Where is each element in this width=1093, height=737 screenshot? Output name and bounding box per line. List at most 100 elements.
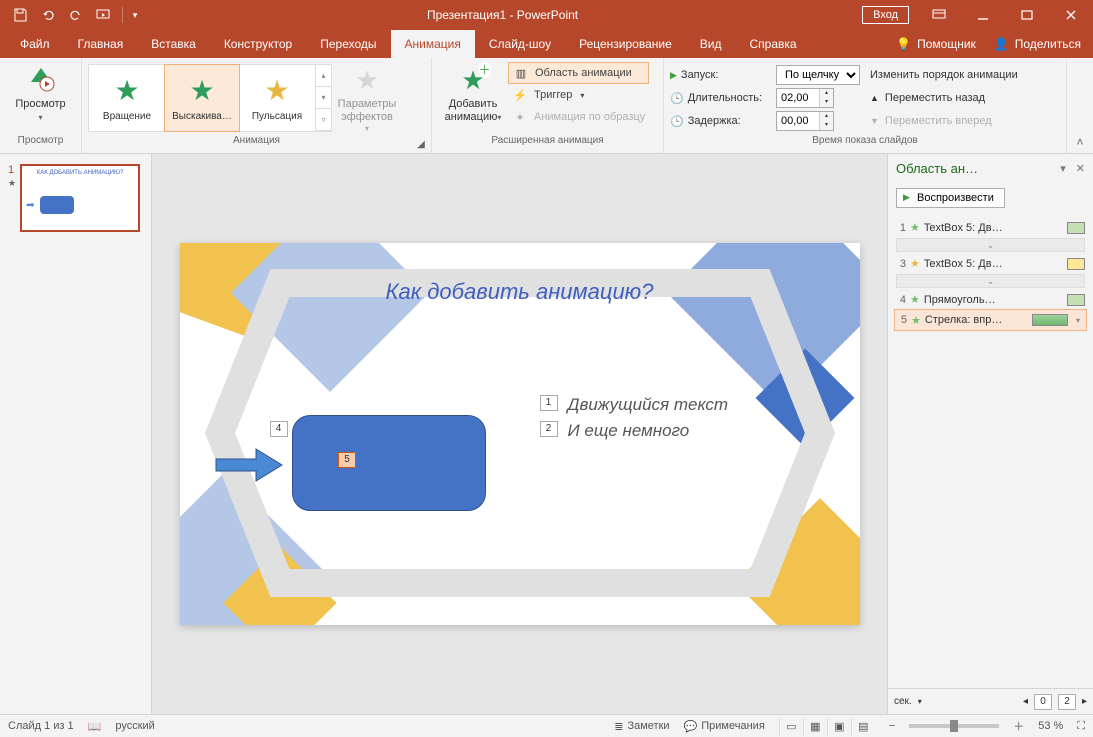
play-all-button[interactable]: Воспроизвести (896, 188, 1005, 208)
slide-title[interactable]: Как добавить анимацию? (180, 279, 860, 305)
animation-list-item[interactable]: 4★ Прямоуголь… (894, 288, 1087, 310)
tab-slideshow[interactable]: Слайд-шоу (475, 30, 565, 58)
move-forward-button: ▼Переместить вперед (870, 110, 1018, 132)
zoom-out-icon[interactable]: − (889, 720, 895, 732)
group-preview-label: Просмотр (0, 135, 81, 153)
ribbon-display-icon[interactable] (917, 0, 961, 30)
maximize-icon[interactable] (1005, 0, 1049, 30)
comment-icon: 💬 (684, 720, 698, 733)
dropdown-icon[interactable]: ▾ (1072, 316, 1084, 325)
gallery-item-bounce[interactable]: ★ Выскакива… (164, 64, 240, 132)
slide-thumbnail[interactable]: КАК ДОБАВИТЬ АНИМАЦИЮ? ➡ (20, 164, 140, 232)
star-plus-icon: ★＋ (457, 64, 489, 96)
lightbulb-icon: 💡 (896, 37, 911, 51)
gallery-item-pulse[interactable]: ★ Пульсация (239, 65, 315, 131)
tab-view[interactable]: Вид (686, 30, 736, 58)
redo-icon[interactable] (62, 0, 90, 30)
fit-window-icon[interactable]: ⛶ (1077, 720, 1085, 733)
startfrom-icon[interactable] (90, 0, 118, 30)
arrow-shape[interactable] (214, 447, 284, 483)
add-animation-button[interactable]: ★＋ Добавить анимацию▾ (438, 60, 508, 124)
spellcheck-icon[interactable]: 📖 (88, 720, 102, 733)
down-icon: ▼ (870, 116, 879, 126)
timeline-prev-icon[interactable]: ◂ (1023, 696, 1028, 707)
start-select[interactable]: По щелчку (776, 65, 860, 85)
animation-list-item[interactable]: 3★ TextBox 5: Дв… (894, 252, 1087, 274)
dialog-launcher-icon[interactable]: ◢ (415, 139, 427, 151)
star-icon: ★ (910, 257, 920, 270)
animation-indicator-icon: ★ (8, 178, 16, 189)
tab-transitions[interactable]: Переходы (306, 30, 390, 58)
slide-text-1[interactable]: Движущийся текст (568, 395, 728, 415)
animation-tag-5[interactable]: 5 (338, 452, 356, 468)
zoom-in-icon[interactable]: ＋ (1013, 718, 1024, 734)
tab-file[interactable]: Файл (6, 30, 64, 58)
animation-pane-button[interactable]: ▥Область анимации (508, 62, 649, 84)
star-icon: ★ (911, 314, 921, 327)
duration-spin[interactable]: ▴▾ (776, 88, 834, 108)
qat-customize-icon[interactable]: ▾ (127, 0, 143, 30)
star-icon: ★ (351, 64, 383, 96)
minimize-icon[interactable] (961, 0, 1005, 30)
language-label[interactable]: русский (115, 720, 154, 732)
share-button[interactable]: 👤Поделиться (994, 37, 1081, 51)
login-button[interactable]: Вход (862, 6, 909, 24)
ribbon: Просмотр▾ Просмотр ★ Вращение ★ Выскакив… (0, 58, 1093, 154)
animation-tag-4[interactable]: 4 (270, 421, 288, 437)
close-icon[interactable] (1049, 0, 1093, 30)
rounded-rectangle-shape[interactable] (292, 415, 486, 511)
animation-pane: Область ан… ▾✕ Воспроизвести 1★ TextBox … (887, 154, 1093, 714)
animation-pane-footer: сек.▾ ◂ 0 2 ▸ (888, 688, 1093, 714)
zoom-slider[interactable] (909, 724, 999, 728)
slideshow-view-icon[interactable]: ▤ (851, 717, 875, 735)
bolt-icon: ⚡ (512, 87, 528, 103)
tab-animation[interactable]: Анимация (391, 30, 475, 58)
star-icon: ★ (910, 221, 920, 234)
delay-label: Задержка: (688, 115, 741, 127)
tab-insert[interactable]: Вставка (137, 30, 210, 58)
expand-chevron-icon[interactable]: ⌄ (896, 238, 1085, 252)
animation-gallery[interactable]: ★ Вращение ★ Выскакива… ★ Пульсация ▴▾▿ (88, 64, 332, 132)
delay-spin[interactable]: ▴▾ (776, 111, 834, 131)
notes-icon: ≣ (614, 720, 623, 733)
notes-button[interactable]: ≣Заметки (614, 720, 669, 733)
share-icon: 👤 (994, 37, 1009, 51)
thumbnail-pane[interactable]: 1 ★ КАК ДОБАВИТЬ АНИМАЦИЮ? ➡ (0, 154, 152, 714)
pane-icon: ▥ (513, 65, 529, 81)
tellme-button[interactable]: 💡Помощник (896, 37, 976, 51)
trigger-button[interactable]: ⚡Триггер▾ (508, 84, 649, 106)
animation-tag-1[interactable]: 1 (540, 395, 558, 411)
normal-view-icon[interactable]: ▭ (779, 717, 803, 735)
pane-close-icon[interactable]: ✕ (1076, 162, 1085, 175)
expand-chevron-icon[interactable]: ⌄ (896, 274, 1085, 288)
slide-text-2[interactable]: И еще немного (568, 421, 690, 441)
timeline-next-icon[interactable]: ▸ (1082, 696, 1087, 707)
pane-options-icon[interactable]: ▾ (1060, 162, 1066, 175)
reorder-label: Изменить порядок анимации (870, 69, 1018, 81)
group-animation-label: Анимация ◢ (82, 135, 431, 153)
preview-button[interactable]: Просмотр▾ (6, 60, 75, 124)
up-icon: ▲ (870, 93, 879, 103)
tab-home[interactable]: Главная (64, 30, 138, 58)
animation-list-item[interactable]: 5★ Стрелка: впр…▾ (894, 309, 1087, 331)
clock-icon: 🕒 (670, 92, 684, 105)
tab-help[interactable]: Справка (735, 30, 810, 58)
star-icon: ★ (264, 74, 289, 107)
gallery-scroll[interactable]: ▴▾▿ (315, 65, 331, 131)
tab-review[interactable]: Рецензирование (565, 30, 686, 58)
animation-list[interactable]: 1★ TextBox 5: Дв… ⌄ 3★ TextBox 5: Дв… ⌄ … (888, 216, 1093, 330)
animation-list-item[interactable]: 1★ TextBox 5: Дв… (894, 216, 1087, 238)
sorter-view-icon[interactable]: ▦ (803, 717, 827, 735)
gallery-item-rotate[interactable]: ★ Вращение (89, 65, 165, 131)
collapse-ribbon-icon[interactable]: ˄ (1067, 58, 1093, 153)
tab-design[interactable]: Конструктор (210, 30, 306, 58)
animation-tag-2[interactable]: 2 (540, 421, 558, 437)
undo-icon[interactable] (34, 0, 62, 30)
zoom-level[interactable]: 53 % (1038, 720, 1063, 732)
slide[interactable]: Как добавить анимацию? 1 Движущийся текс… (180, 243, 860, 625)
reading-view-icon[interactable]: ▣ (827, 717, 851, 735)
slide-canvas[interactable]: Как добавить анимацию? 1 Движущийся текс… (152, 154, 887, 714)
move-back-button[interactable]: ▲Переместить назад (870, 87, 1018, 109)
save-icon[interactable] (6, 0, 34, 30)
comments-button[interactable]: 💬Примечания (684, 720, 765, 733)
